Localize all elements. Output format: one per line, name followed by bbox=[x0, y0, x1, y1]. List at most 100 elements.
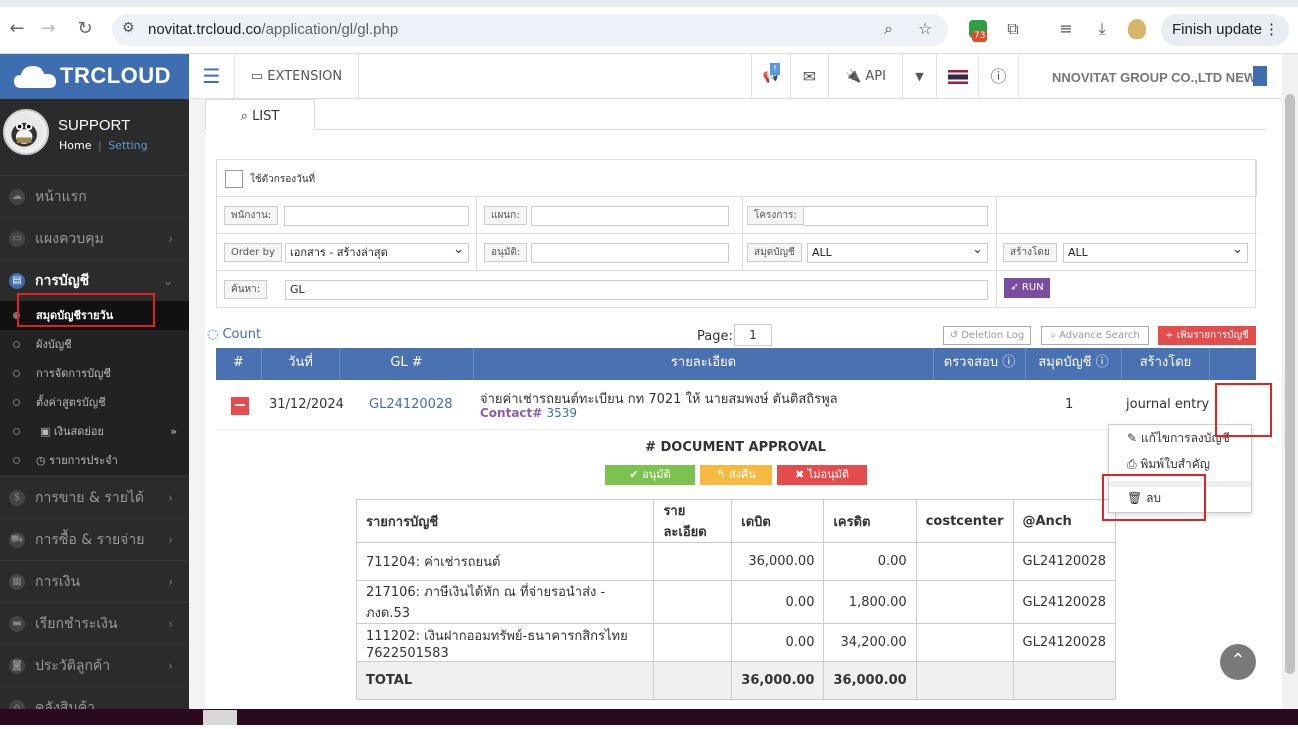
search-icon: ⌕ bbox=[240, 109, 253, 124]
row-gl-link[interactable]: GL24120028 bbox=[369, 397, 452, 412]
menu-item-billing[interactable]: ▬ เรียกชำระเงิน › bbox=[0, 602, 189, 644]
content-area: ⌕ LIST ใช้ตัวกรองวันที่ พนักงาน: แผนก: โ… bbox=[189, 99, 1266, 709]
submenu-chart-of-accounts[interactable]: ผังบัญชี bbox=[0, 330, 189, 359]
department-input[interactable] bbox=[531, 206, 729, 226]
journal-select[interactable]: ALL bbox=[807, 241, 988, 263]
col-createdby: สร้างโดย bbox=[1122, 348, 1210, 380]
row-date: 31/12/2024 bbox=[269, 397, 344, 412]
chevron-right-icon: › bbox=[168, 575, 173, 589]
media-queue-icon[interactable]: ≡ bbox=[1054, 17, 1078, 41]
logo-text: TRCLOUD bbox=[60, 63, 172, 88]
date-filter-checkbox[interactable] bbox=[225, 170, 243, 188]
download-icon[interactable]: ⤓ bbox=[1090, 17, 1114, 41]
menu-item-dashboard[interactable]: ▭ แผงควบคุม › bbox=[0, 217, 189, 259]
highlight-delete-item bbox=[1102, 474, 1206, 521]
reject-button[interactable]: ✖ ไม่อนุมัติ bbox=[777, 465, 867, 485]
api-button[interactable]: 🔌 API bbox=[829, 54, 903, 99]
edit-icon: ✎ bbox=[1127, 431, 1141, 445]
table-row: 111202: เงินฝากออมทรัพย์-ธนาคารกสิกรไทย … bbox=[355, 623, 1116, 662]
avatar-character-icon bbox=[5, 112, 43, 150]
book-icon: ▤ bbox=[9, 273, 25, 289]
employee-input[interactable] bbox=[284, 206, 469, 226]
deletion-log-button[interactable]: ↺ Deletion Log bbox=[943, 326, 1031, 345]
highlight-journal-menu bbox=[17, 293, 155, 327]
bookmark-star-icon[interactable]: ☆ bbox=[918, 19, 932, 38]
submenu-petty-cash[interactable]: ▣ เงินสดย่อย» bbox=[0, 417, 189, 446]
menu-item-customers[interactable]: ◙ ประวัติลูกค้า › bbox=[0, 644, 189, 686]
tab-list[interactable]: ⌕ LIST bbox=[205, 99, 315, 130]
search-input[interactable]: GL bbox=[285, 280, 988, 300]
sidebar: TRCLOUD SUPPORT Home | Setting ☁ หน้าแรก… bbox=[0, 54, 189, 716]
highlight-dropdown-toggle bbox=[1215, 383, 1272, 437]
row-contact[interactable]: Contact# 3539 bbox=[480, 406, 577, 420]
chevron-down-icon: ⌄ bbox=[162, 274, 173, 288]
createdby-select[interactable]: ALL bbox=[1063, 241, 1248, 263]
thai-flag-icon[interactable] bbox=[937, 54, 979, 99]
extension-green-icon[interactable]: 73 bbox=[966, 17, 990, 42]
double-chevron-icon: » bbox=[170, 425, 177, 438]
scrollbar-thumb[interactable] bbox=[1285, 94, 1295, 674]
page-scrollbar[interactable] bbox=[1282, 54, 1298, 709]
add-journal-button[interactable]: + เพิ่มรายการบัญชี bbox=[1158, 326, 1256, 345]
avatar[interactable] bbox=[3, 109, 49, 155]
kebab-menu-icon[interactable]: ⋮ bbox=[1264, 14, 1279, 46]
table-row: 217106: ภาษีเงินได้หัก ณ ที่จ่ายรอนำส่ง … bbox=[355, 580, 1116, 624]
logo[interactable]: TRCLOUD bbox=[0, 54, 189, 99]
announcement-button[interactable]: 📢 ! bbox=[751, 54, 791, 99]
cloud-icon: ☁ bbox=[9, 189, 25, 205]
calendar-icon: ▦ bbox=[9, 574, 25, 590]
menu-item-home[interactable]: ☁ หน้าแรก bbox=[0, 175, 189, 217]
company-name[interactable]: NNOVITAT GROUP CO.,LTD NEW bbox=[1052, 54, 1256, 99]
submenu-recurring[interactable]: ◷ รายการประจำ bbox=[0, 446, 189, 475]
chevron-right-icon: › bbox=[168, 533, 173, 547]
setting-link[interactable]: Setting bbox=[108, 139, 147, 152]
menu-item-sales[interactable]: $ การขาย & รายได้ › bbox=[0, 476, 189, 518]
home-link[interactable]: Home bbox=[59, 139, 91, 152]
plug-icon: 🔌 bbox=[845, 69, 866, 84]
reload-icon[interactable]: ↻ bbox=[73, 17, 97, 41]
spinner-icon: ◌ bbox=[207, 327, 223, 342]
site-info-icon[interactable]: ⚙ bbox=[122, 20, 135, 36]
submenu-account-management[interactable]: การจัดการบัญชี bbox=[0, 359, 189, 388]
main-panel: ⌕ LIST ใช้ตัวกรองวันที่ พนักงาน: แผนก: โ… bbox=[205, 99, 1266, 709]
help-icon[interactable]: ⓘ bbox=[979, 54, 1019, 99]
submenu-account-formula[interactable]: ตั้งค่าสูตรบัญชี bbox=[0, 388, 189, 417]
orderby-select[interactable]: เอกสาร - สร้างล่าสุด bbox=[285, 241, 469, 263]
id-card-icon: ▣ bbox=[40, 425, 54, 438]
menu-item-purchase[interactable]: ⛟ การซื้อ & รายจ่าย › bbox=[0, 518, 189, 560]
profile-avatar-icon[interactable] bbox=[1125, 17, 1149, 41]
row-journal: 1 bbox=[1065, 397, 1074, 412]
document-icon[interactable] bbox=[203, 710, 237, 725]
count-link[interactable]: ◌ Count bbox=[207, 327, 261, 342]
col-date[interactable]: วันที่ bbox=[262, 348, 340, 380]
extension-button[interactable]: ▭ EXTENSION bbox=[235, 54, 359, 99]
back-icon[interactable]: ← bbox=[5, 17, 29, 41]
approve-button[interactable]: ✔ อนุมัติ bbox=[605, 465, 695, 485]
project-input[interactable] bbox=[803, 206, 988, 226]
taskbar bbox=[0, 709, 1298, 725]
return-button[interactable]: ↰ ส่งคืน bbox=[700, 465, 772, 485]
forward-icon[interactable]: → bbox=[36, 17, 60, 41]
advance-search-button[interactable]: ⌕ Advance Search bbox=[1041, 326, 1149, 345]
menu-item-finance[interactable]: ▦ การเงิน › bbox=[0, 560, 189, 602]
run-button[interactable]: ➶ RUN bbox=[1004, 278, 1050, 298]
table-row: 711204: ค่าเช่ารถยนต์ 36,000.00 0.00 GL24… bbox=[355, 542, 1116, 581]
col-gl[interactable]: GL # bbox=[340, 348, 474, 380]
caret-down-icon[interactable]: ▼ bbox=[903, 54, 937, 99]
address-bar[interactable]: ⚙ novitat.trcloud.co/application/gl/gl.p… bbox=[112, 14, 948, 46]
scroll-to-top-button[interactable]: ⌃ bbox=[1220, 644, 1256, 680]
extensions-puzzle-icon[interactable]: ⧉ bbox=[1001, 17, 1025, 41]
collapse-minus-icon[interactable]: − bbox=[231, 397, 249, 415]
chevron-up-icon: ⌃ bbox=[1230, 650, 1246, 671]
approve-input[interactable] bbox=[531, 243, 729, 263]
zoom-icon[interactable]: ⌕ bbox=[884, 19, 893, 39]
finish-update-button[interactable]: Finish update ⋮ bbox=[1161, 14, 1289, 46]
building-icon bbox=[1253, 66, 1267, 86]
page-input[interactable]: 1 bbox=[734, 324, 772, 346]
app: TRCLOUD SUPPORT Home | Setting ☁ หน้าแรก… bbox=[0, 54, 1298, 716]
total-row: TOTAL 36,000.00 36,000.00 bbox=[355, 661, 1116, 700]
chevron-right-icon: › bbox=[168, 491, 173, 505]
table-row[interactable]: − 31/12/2024 GL24120028 จ่ายค่าเช่ารถยนต… bbox=[216, 380, 1256, 430]
mail-icon[interactable]: ✉ bbox=[791, 54, 829, 99]
hamburger-icon[interactable]: ☰ bbox=[189, 54, 235, 99]
